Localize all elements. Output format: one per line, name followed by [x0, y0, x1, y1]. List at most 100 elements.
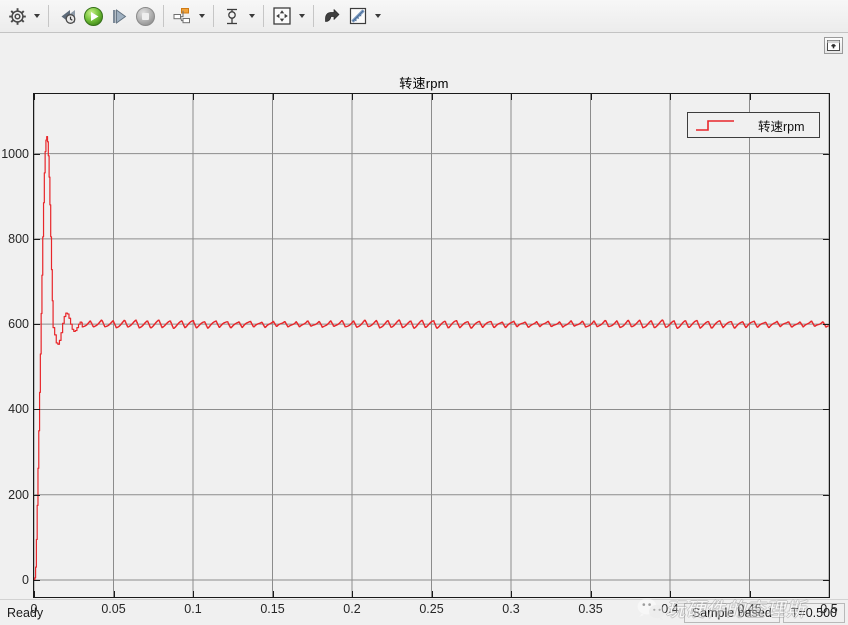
x-tick-label: 0.5 — [820, 602, 838, 616]
x-tick-label: 0.05 — [101, 602, 126, 616]
x-tick-mark — [749, 591, 751, 597]
x-tick-label: 0.35 — [578, 602, 603, 616]
chart-axes[interactable]: 0 200 400 600 800 1000 0 0.05 0.1 0.15 0.2 0.25 0.3 0… — [1, 93, 838, 616]
y-tick-label: 1000 — [1, 146, 29, 161]
chart-title: 转速rpm — [399, 76, 449, 91]
toolbar-group-simulation — [54, 0, 158, 32]
status-frame-mode: Sample based — [683, 602, 780, 623]
x-tick-label: 0 — [30, 602, 38, 616]
toolbar-group-config — [4, 0, 43, 32]
x-tick-mark — [272, 94, 274, 100]
toolbar-separator — [213, 5, 214, 27]
toolbar-group-view — [269, 0, 308, 32]
toolbar-separator — [163, 5, 164, 27]
toolbar-separator — [313, 5, 314, 27]
scope-plot-panel: 转速rpm 0 200 400 600 800 1000 0 0.05 0.1 0.15 0.2 0.… — [0, 33, 848, 621]
y-tick-mark — [823, 409, 829, 411]
x-tick-mark — [670, 591, 671, 597]
y-tick-mark — [34, 153, 40, 155]
y-tick-mark — [34, 238, 40, 240]
x-tick-mark — [511, 94, 512, 100]
legend-entry-label: 转速rpm — [758, 119, 805, 134]
x-tick-mark — [352, 94, 353, 100]
chart-legend[interactable]: 转速rpm — [687, 112, 820, 138]
y-tick-mark — [823, 494, 829, 496]
toolbar-separator — [263, 5, 264, 27]
x-tick-label: 0.4 — [661, 602, 679, 616]
gear-icon — [8, 7, 26, 25]
y-tick-mark — [823, 324, 829, 326]
x-tick-mark — [193, 591, 194, 597]
fit-to-view-icon — [273, 7, 291, 25]
x-tick-label: 0.45 — [737, 602, 762, 616]
autoscale-caret[interactable] — [295, 3, 308, 29]
y-tick-label: 600 — [8, 317, 29, 332]
x-tick-mark — [670, 94, 671, 100]
y-tick-mark — [34, 579, 40, 581]
x-tick-mark — [193, 94, 194, 100]
x-tick-mark — [590, 591, 592, 597]
x-tick-mark — [113, 591, 115, 597]
y-tick-mark — [34, 409, 40, 411]
x-tick-mark — [113, 94, 115, 100]
signal-blocks-icon — [173, 7, 190, 23]
cursor-measure-icon — [226, 8, 237, 24]
legend-line-sample — [696, 120, 734, 131]
zoom-arrow-icon — [325, 9, 340, 22]
scope-window: 转速rpm 0 200 400 600 800 1000 0 0.05 0.1 0.15 0.2 0.… — [0, 0, 848, 625]
y-tick-label: 0 — [22, 572, 29, 587]
scope-toolbar — [0, 0, 848, 33]
x-tick-mark — [749, 94, 751, 100]
toolbar-group-signal — [169, 0, 208, 32]
step-back-button[interactable] — [54, 3, 80, 29]
x-tick-mark — [272, 591, 274, 597]
x-tick-label: 0.3 — [502, 602, 520, 616]
undock-window-button[interactable] — [824, 37, 843, 54]
stop-icon — [135, 6, 155, 26]
x-tick-mark — [34, 591, 35, 597]
x-tick-label: 0.2 — [343, 602, 361, 616]
signal-selection-caret[interactable] — [195, 3, 208, 29]
y-tick-label: 200 — [8, 487, 29, 502]
y-tick-mark — [823, 579, 829, 581]
configuration-properties-button[interactable] — [4, 3, 30, 29]
x-tick-label: 0.25 — [419, 602, 444, 616]
y-tick-mark — [34, 324, 40, 326]
x-tick-mark — [829, 94, 830, 100]
signal-selection-button[interactable] — [169, 3, 195, 29]
step-back-icon — [61, 9, 75, 24]
x-tick-mark — [352, 591, 353, 597]
y-tick-label: 400 — [8, 402, 29, 417]
x-tick-mark — [431, 94, 433, 100]
toolbar-group-tools — [319, 0, 384, 32]
stop-button[interactable] — [132, 3, 158, 29]
grid-layer — [34, 94, 829, 597]
style-caret[interactable] — [371, 3, 384, 29]
ruler-pencil-icon — [349, 7, 367, 25]
autoscale-button[interactable] — [269, 3, 295, 29]
y-tick-mark — [823, 238, 829, 240]
y-tick-label: 800 — [8, 231, 29, 246]
y-tick-mark — [34, 494, 40, 496]
signal-trace-svg — [34, 94, 829, 597]
style-button[interactable] — [345, 3, 371, 29]
y-tick-mark — [823, 153, 829, 155]
x-tick-mark — [829, 591, 830, 597]
play-icon — [83, 6, 103, 26]
chart-plot-area — [34, 94, 829, 597]
x-tick-mark — [511, 591, 512, 597]
run-button[interactable] — [80, 3, 106, 29]
zoom-in-button[interactable] — [319, 3, 345, 29]
step-forward-icon — [112, 8, 126, 24]
toolbar-separator — [48, 5, 49, 27]
undock-window-icon — [827, 40, 840, 51]
x-tick-mark — [590, 94, 592, 100]
step-forward-button[interactable] — [106, 3, 132, 29]
cursor-measurements-button[interactable] — [219, 3, 245, 29]
x-tick-label: 0.1 — [184, 602, 202, 616]
x-tick-mark — [431, 591, 433, 597]
x-tick-label: 0.15 — [260, 602, 285, 616]
configuration-properties-caret[interactable] — [30, 3, 43, 29]
x-tick-mark — [34, 94, 35, 100]
cursor-measurements-caret[interactable] — [245, 3, 258, 29]
